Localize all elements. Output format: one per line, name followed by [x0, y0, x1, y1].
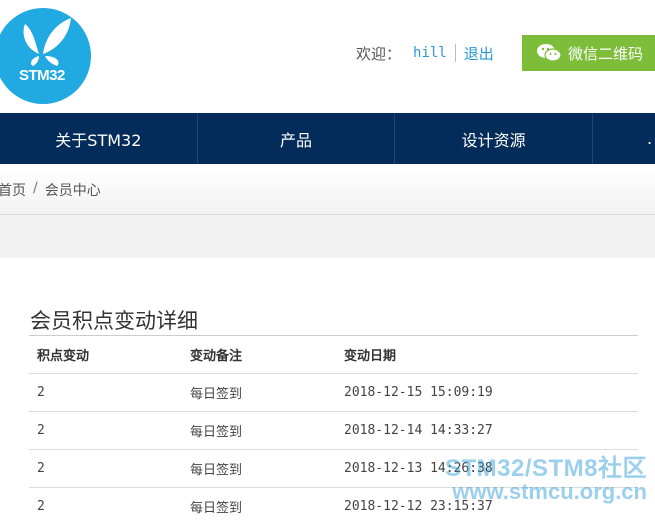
breadcrumb: 首页 / 会员中心 [0, 180, 101, 200]
cell-points: 2 [29, 374, 190, 412]
column-header-points: 积点变动 [29, 336, 190, 374]
cell-date: 2018-12-14 14:33:27 [344, 412, 638, 450]
nav-item-products[interactable]: 产品 [198, 113, 396, 164]
nav-label: . [647, 129, 652, 148]
cell-date: 2018-12-13 14:26:38 [344, 450, 638, 488]
username-link[interactable]: hill [413, 45, 447, 61]
table-row: 2 每日签到 2018-12-14 14:33:27 [29, 412, 638, 450]
cell-points: 2 [29, 488, 190, 525]
page-title: 会员积点变动详细 [30, 305, 198, 335]
cell-note: 每日签到 [190, 450, 344, 488]
table-row: 2 每日签到 2018-12-15 15:09:19 [29, 374, 638, 412]
column-header-note: 变动备注 [190, 336, 344, 374]
site-header: STM32 欢迎： hill 退出 微信二维码 [0, 0, 655, 113]
gray-band [0, 215, 655, 258]
logo-text: STM32 [19, 67, 65, 84]
wechat-label: 微信二维码 [568, 43, 643, 64]
breadcrumb-current[interactable]: 会员中心 [45, 180, 101, 200]
butterfly-icon [0, 8, 91, 104]
cell-note: 每日签到 [190, 412, 344, 450]
nav-label: 关于STM32 [55, 127, 141, 151]
logout-link[interactable]: 退出 [464, 43, 494, 64]
nav-label: 设计资源 [462, 127, 526, 151]
nav-item-about[interactable]: 关于STM32 [0, 113, 198, 164]
divider [455, 44, 456, 62]
table-row: 2 每日签到 2018-12-12 23:15:37 [29, 488, 638, 525]
column-header-date: 变动日期 [344, 336, 638, 374]
table-row: 2 每日签到 2018-12-13 14:26:38 [29, 450, 638, 488]
stm32-logo[interactable]: STM32 [0, 8, 91, 104]
wechat-qr-button[interactable]: 微信二维码 [522, 35, 655, 71]
cell-date: 2018-12-15 15:09:19 [344, 374, 638, 412]
breadcrumb-home[interactable]: 首页 [0, 180, 26, 200]
wechat-icon [536, 43, 562, 63]
cell-points: 2 [29, 450, 190, 488]
cell-note: 每日签到 [190, 488, 344, 525]
welcome-text: 欢迎： [356, 43, 401, 64]
cell-note: 每日签到 [190, 374, 344, 412]
nav-item-design-resources[interactable]: 设计资源 [395, 113, 593, 164]
cell-date: 2018-12-12 23:15:37 [344, 488, 638, 525]
breadcrumb-bar: 首页 / 会员中心 [0, 164, 655, 215]
breadcrumb-separator: / [33, 180, 38, 200]
points-table: 积点变动 变动备注 变动日期 2 每日签到 2018-12-15 15:09:1… [29, 335, 638, 525]
table-header-row: 积点变动 变动备注 变动日期 [29, 336, 638, 374]
cell-points: 2 [29, 412, 190, 450]
user-area: 欢迎： hill 退出 [356, 41, 494, 65]
nav-item-more[interactable]: . [593, 113, 655, 164]
main-nav: 关于STM32 产品 设计资源 . [0, 113, 655, 164]
nav-label: 产品 [280, 127, 312, 151]
